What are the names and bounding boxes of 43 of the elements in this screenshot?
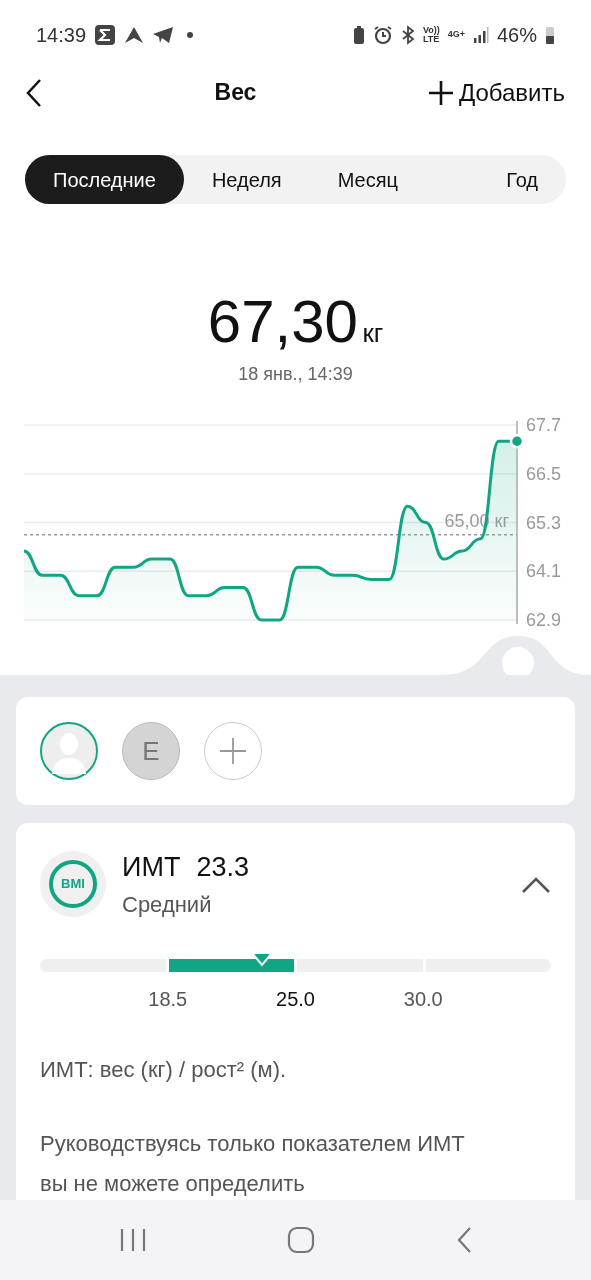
bmi-value: 23.3 <box>196 851 249 884</box>
plus-icon <box>218 736 248 766</box>
alarm-icon <box>372 25 393 45</box>
weight-value: 67,30 <box>207 288 358 355</box>
add-button[interactable]: Добавить <box>426 74 565 111</box>
y-axis-label: 67.7 <box>526 415 562 435</box>
weight-unit: кг <box>362 318 384 348</box>
scale-label: 30.0 <box>402 986 444 1012</box>
bmi-category: Средний <box>122 890 213 919</box>
bmi-formula: ИМТ: вес (кг) / рост² (м). <box>40 1055 288 1084</box>
data-point <box>509 434 525 449</box>
page-title: Вес <box>214 78 257 108</box>
paper-plane-icon <box>152 25 175 45</box>
profile-avatar[interactable] <box>40 722 98 780</box>
y-axis-label: 65.3 <box>526 512 562 533</box>
clock-time: 14:39 <box>36 23 87 48</box>
volte-label: Vo)) <box>422 26 440 35</box>
back-button[interactable] <box>24 77 44 108</box>
bmi-note: Руководствуясь только показателем ИМТ вы не можете определить <box>40 1129 466 1198</box>
home-button[interactable] <box>287 1226 316 1254</box>
y-axis-label: 66.5 <box>526 463 562 484</box>
network-type: 4G+ <box>447 28 465 42</box>
signal-icon <box>472 25 489 45</box>
y-axis-label: 62.9 <box>526 610 562 630</box>
reading-date: 18 янв., 14:39 <box>237 363 354 386</box>
bmi-label: ИМТ <box>122 851 181 884</box>
period-tab[interactable]: Неделя <box>183 155 310 204</box>
scale-label: 25.0 <box>275 986 316 1012</box>
lte-label: LTE <box>422 35 440 44</box>
bluetooth-icon <box>400 25 415 45</box>
back-icon <box>24 77 44 108</box>
period-tab[interactable]: Последние <box>25 155 184 204</box>
battery-icon <box>545 25 555 45</box>
battery-percent: 46% <box>496 23 537 48</box>
y-axis-label: 64.1 <box>526 561 562 582</box>
app-icon <box>94 24 117 46</box>
plus-icon <box>426 78 455 107</box>
navigation-arrow-icon <box>124 25 145 45</box>
bmi-icon: BMI <box>49 859 97 908</box>
scale-label: 18.5 <box>147 986 189 1012</box>
battery-saver-icon <box>352 25 365 45</box>
period-tab[interactable]: Месяц <box>309 155 426 204</box>
period-tab[interactable]: Год <box>478 155 566 204</box>
